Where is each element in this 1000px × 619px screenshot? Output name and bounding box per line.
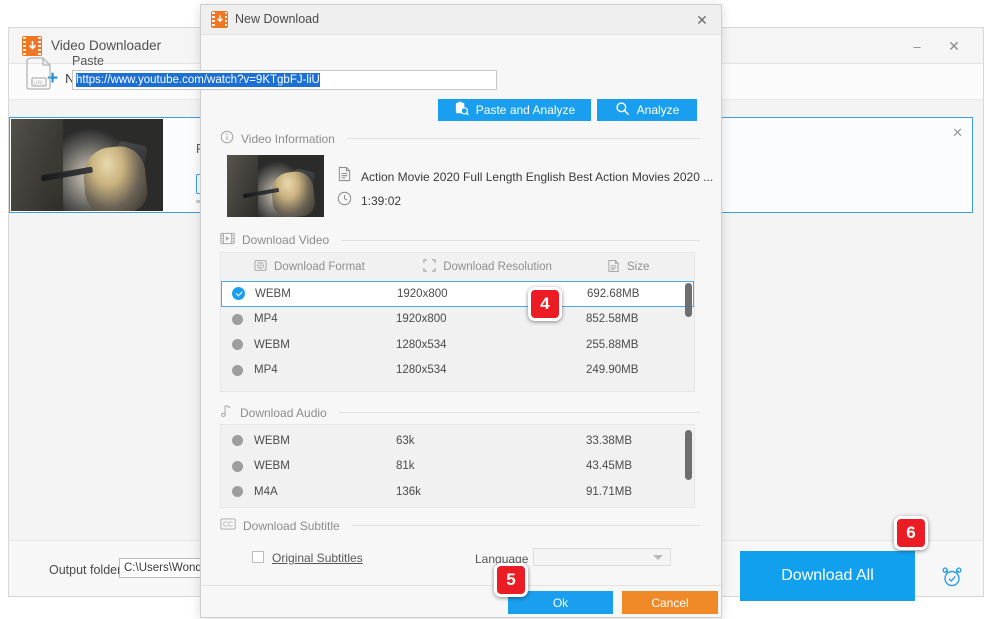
url-input[interactable]: https://www.youtube.com/watch?v=9KTgbFJ-… bbox=[72, 70, 497, 90]
svg-text:URL: URL bbox=[33, 81, 44, 87]
step-badge-5: 5 bbox=[494, 563, 528, 597]
dialog-footer: Ok Cancel bbox=[201, 585, 721, 617]
url-input-value: https://www.youtube.com/watch?v=9KTgbFJ-… bbox=[76, 73, 320, 87]
magnifier-icon bbox=[615, 101, 630, 119]
task-thumbnail bbox=[11, 119, 163, 211]
download-all-button[interactable]: Download All bbox=[740, 551, 915, 601]
dialog-titlebar: New Download ✕ bbox=[201, 5, 721, 35]
dialog-close-button[interactable]: ✕ bbox=[693, 11, 711, 29]
analyze-button[interactable]: Analyze bbox=[597, 99, 697, 121]
paste-and-analyze-button[interactable]: Paste and Analyze bbox=[438, 99, 591, 121]
step-badge-4: 4 bbox=[528, 287, 562, 321]
window-minimize-button[interactable]: – bbox=[906, 35, 928, 57]
app-logo-icon bbox=[22, 36, 42, 56]
window-close-button[interactable]: ✕ bbox=[943, 35, 965, 57]
task-close-button[interactable]: ✕ bbox=[952, 125, 963, 141]
app-title: Video Downloader bbox=[51, 38, 162, 53]
analyze-label: Analyze bbox=[636, 103, 680, 117]
step-badge-6: 6 bbox=[894, 516, 928, 550]
dialog-logo-icon bbox=[211, 11, 228, 28]
paste-and-analyze-label: Paste and Analyze bbox=[475, 103, 576, 117]
paste-url-icon: URL bbox=[23, 55, 56, 91]
clipboard-search-icon bbox=[454, 101, 469, 119]
cancel-button[interactable]: Cancel bbox=[622, 591, 718, 614]
new-download-dialog: New Download ✕ Ok Cancel bbox=[200, 4, 722, 618]
dialog-title: New Download bbox=[235, 12, 320, 26]
output-folder-label: Output folder: bbox=[49, 563, 125, 577]
alarm-clock-icon[interactable] bbox=[940, 565, 964, 589]
